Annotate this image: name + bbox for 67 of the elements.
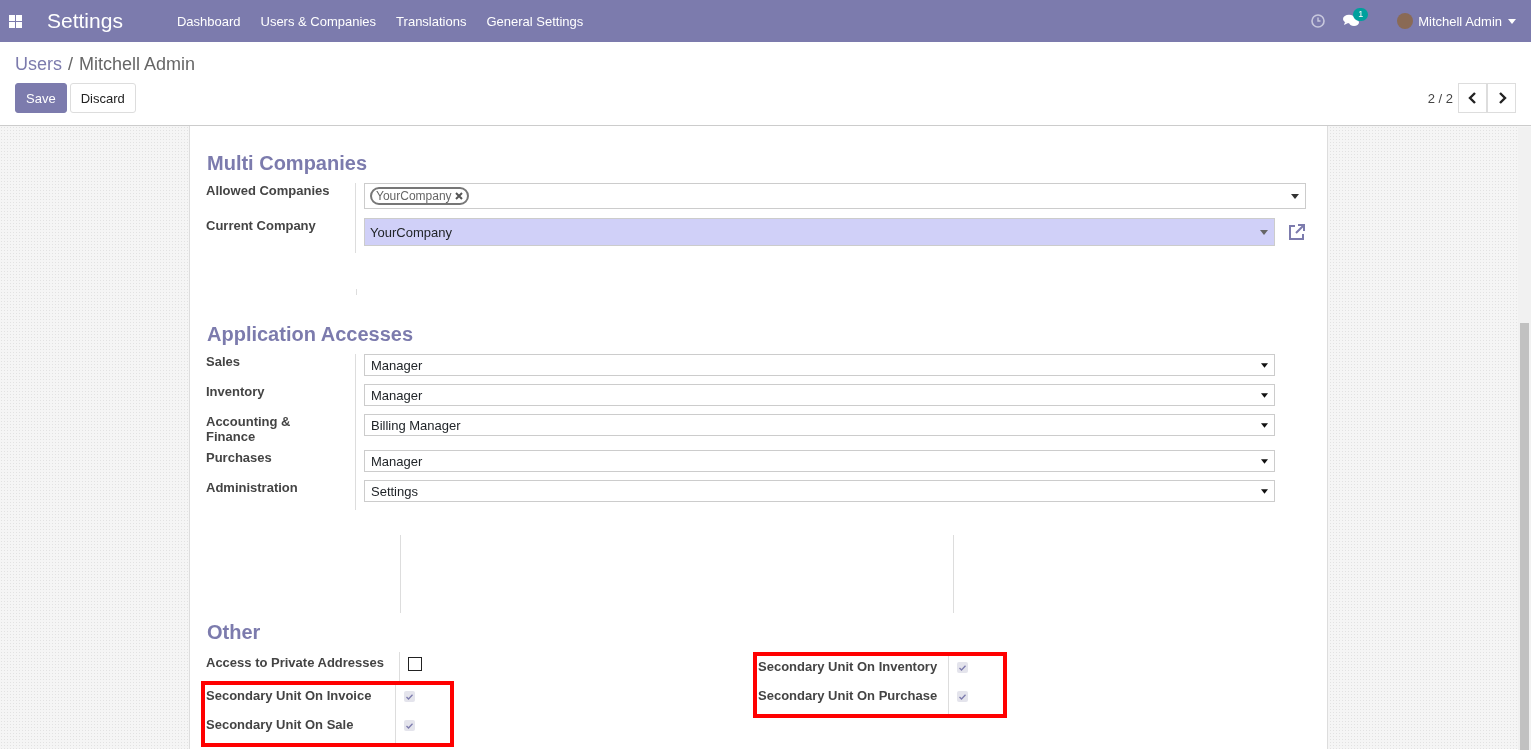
field-label: Administration (206, 480, 356, 510)
select-field[interactable]: Settings (364, 480, 1275, 502)
dropdown-caret-icon (1261, 422, 1268, 428)
remove-icon[interactable] (454, 192, 463, 200)
tag-label: YourCompany (376, 189, 452, 203)
tags-field[interactable]: YourCompany (364, 183, 1306, 209)
select-field[interactable]: Billing Manager (364, 414, 1275, 436)
clock-icon[interactable] (1311, 14, 1326, 28)
select-value: Manager (371, 357, 423, 373)
select-field[interactable]: YourCompany (364, 218, 1275, 246)
scrollbar[interactable] (1518, 127, 1531, 750)
section-title: Multi Companies (207, 152, 368, 175)
user-name: Mitchell Admin (1418, 13, 1502, 29)
menu-item[interactable]: General Settings (476, 13, 594, 29)
dropdown-caret-icon (1260, 229, 1268, 235)
checkbox[interactable] (404, 691, 415, 702)
dropdown-caret-icon (1291, 193, 1299, 199)
select-value: YourCompany (370, 224, 452, 240)
checkbox[interactable] (957, 691, 968, 702)
field-label: Secondary Unit On Sale (206, 714, 396, 743)
field-label: Secondary Unit On Invoice (206, 685, 396, 714)
field-label: Secondary Unit On Purchase (758, 685, 949, 714)
breadcrumb-current: Mitchell Admin (79, 54, 196, 75)
field-label: Access to Private Addresses (206, 652, 400, 681)
discard-button[interactable]: Discard (69, 83, 136, 113)
checkbox[interactable] (404, 720, 415, 731)
select-value: Manager (371, 387, 423, 403)
section-title: Application Accesses (207, 323, 414, 346)
save-button[interactable]: Save (15, 83, 67, 113)
field-label: Current Company (206, 218, 317, 235)
app-title: Settings (47, 9, 123, 33)
field-label: Secondary Unit On Inventory (758, 656, 949, 685)
field-label: Purchases (206, 450, 356, 480)
select-field[interactable]: Manager (364, 354, 1275, 376)
select-field[interactable]: Manager (364, 384, 1275, 406)
menu-item[interactable]: Translations (386, 13, 477, 29)
menu-item[interactable]: Users & Companies (250, 13, 387, 29)
external-link-icon[interactable] (1287, 222, 1306, 242)
avatar (1397, 13, 1414, 29)
select-value: Billing Manager (371, 417, 461, 433)
checkbox[interactable] (408, 657, 422, 671)
dropdown-caret-icon (1261, 392, 1268, 398)
message-count-badge: 1 (1353, 8, 1369, 21)
apps-menu-icon[interactable] (9, 14, 22, 28)
select-value: Manager (371, 453, 423, 469)
menu-item[interactable]: Dashboard (166, 13, 251, 29)
dropdown-caret-icon (1261, 488, 1268, 494)
field-label: Sales (206, 354, 356, 384)
pager-counter: 2 / 2 (1427, 90, 1453, 106)
field-label: Inventory (206, 384, 356, 414)
caret-icon (1508, 18, 1516, 24)
field-label: Allowed Companies (206, 183, 331, 200)
next-button[interactable] (1487, 83, 1516, 113)
user-menu[interactable]: Mitchell Admin (1397, 13, 1516, 29)
select-value: Settings (371, 483, 418, 499)
dropdown-caret-icon (1261, 458, 1268, 464)
previous-button[interactable] (1458, 83, 1487, 113)
dropdown-caret-icon (1261, 362, 1268, 368)
breadcrumb-separator: / (68, 54, 74, 75)
field-label: Accounting & Finance (206, 414, 356, 450)
checkbox[interactable] (957, 662, 968, 673)
chevron-right-icon (1496, 92, 1507, 104)
select-field[interactable]: Manager (364, 450, 1275, 472)
chevron-left-icon (1467, 92, 1478, 104)
breadcrumb-link[interactable]: Users (15, 54, 62, 75)
section-title: Other (207, 621, 262, 644)
scrollbar-thumb[interactable] (1520, 323, 1529, 750)
